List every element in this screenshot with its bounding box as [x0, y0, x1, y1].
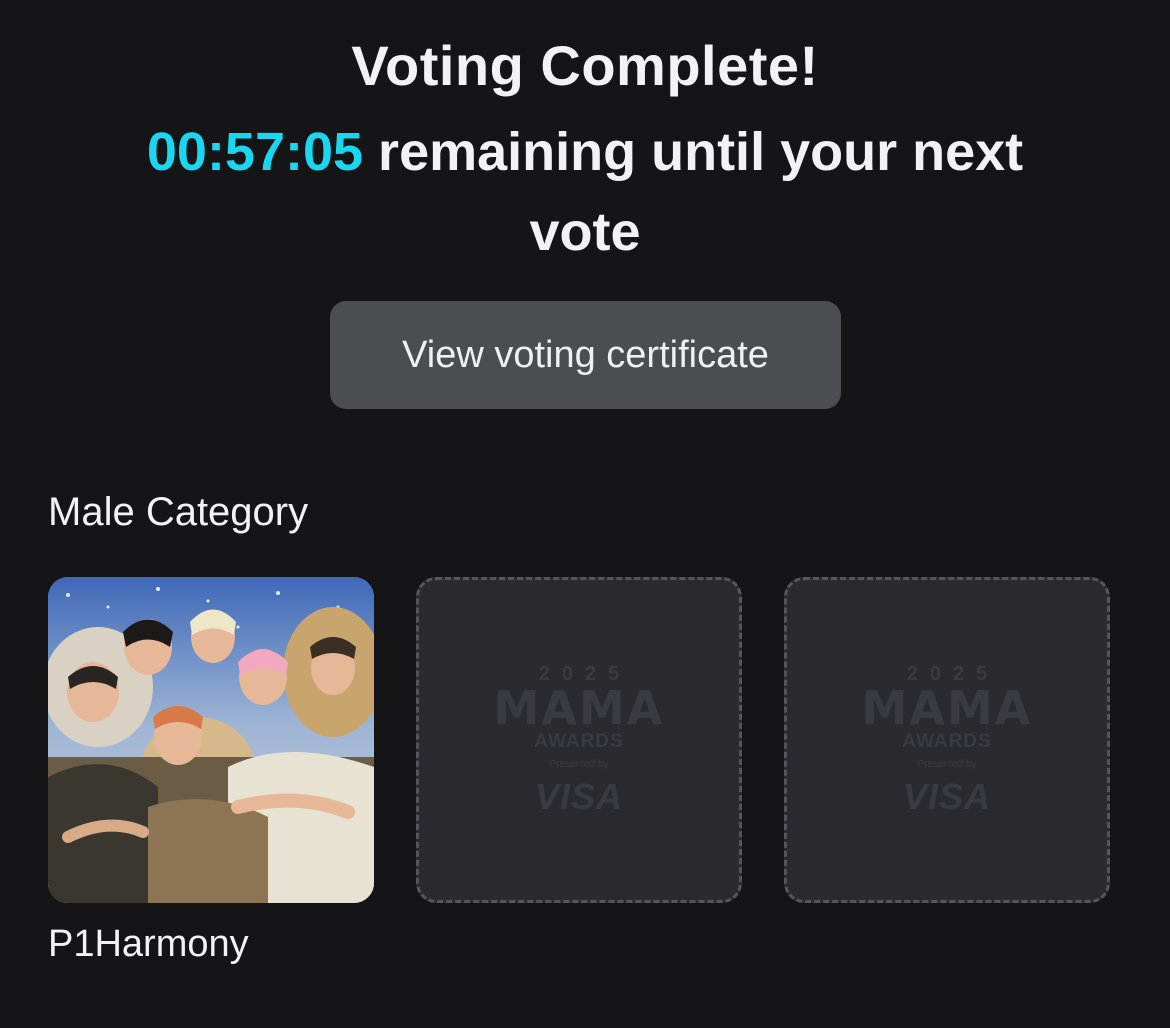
mama-awards-logo: 2025 MAMA AWARDS Presented by VISA [493, 663, 665, 817]
mama-awards-logo: 2025 MAMA AWARDS Presented by VISA [861, 663, 1033, 817]
artist-name: P1Harmony [48, 923, 249, 965]
page-title: Voting Complete! [351, 34, 819, 97]
artist-photo-slot[interactable] [48, 577, 374, 903]
empty-vote-slot[interactable]: 2025 MAMA AWARDS Presented by VISA [416, 577, 742, 903]
artist-group-photo [48, 577, 374, 903]
countdown-suffix: remaining until your next vote [363, 122, 1024, 262]
countdown-message: 00:57:05 remaining until your next vote [85, 112, 1085, 272]
view-certificate-button[interactable]: View voting certificate [330, 301, 841, 409]
header: Voting Complete! 00:57:05 remaining unti… [0, 30, 1170, 272]
category-title: Male Category [48, 490, 309, 534]
voting-complete-screen: Voting Complete! 00:57:05 remaining unti… [0, 0, 1170, 1028]
empty-vote-slot[interactable]: 2025 MAMA AWARDS Presented by VISA [784, 577, 1110, 903]
countdown-timer: 00:57:05 [146, 122, 364, 182]
